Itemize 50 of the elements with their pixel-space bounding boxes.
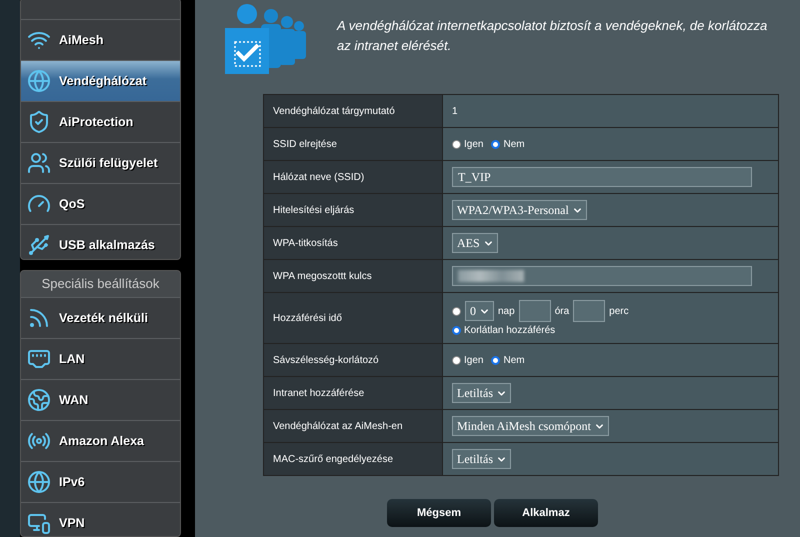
- sidebar-item[interactable]: VPN: [21, 502, 180, 536]
- sidebar-item[interactable]: Amazon Alexa: [21, 420, 180, 462]
- ssid-input[interactable]: T_VIP: [452, 167, 752, 187]
- field-label: Sávszélesség-korlátozó: [264, 344, 442, 376]
- dropdown[interactable]: WPA2/WPA3-Personal: [452, 200, 587, 220]
- globe-icon: [27, 470, 51, 494]
- field-label: MAC-szűrő engedélyezése: [264, 443, 442, 475]
- unit-label: nap: [498, 306, 515, 316]
- field-label: Vendéghálózat tárgymutató: [264, 95, 442, 127]
- section-title: Speciális beállítások: [21, 270, 180, 298]
- radio-option[interactable]: Igen: [452, 138, 484, 150]
- radio-option[interactable]: Korlátlan hozzáférés: [452, 325, 556, 336]
- field-label: WPA-titkosítás: [264, 227, 442, 259]
- sidebar-item[interactable]: IPv6: [21, 462, 180, 503]
- dropdown[interactable]: AES: [452, 233, 498, 253]
- intro-text: A vendéghálózat internetkapcsolatot biztosít a vendégeknek, de korlátozza az intranet elérését.: [337, 17, 768, 55]
- key-input[interactable]: [452, 266, 752, 286]
- radio-option[interactable]: Nem: [491, 138, 525, 150]
- field-label: Intranet hozzáférése: [264, 377, 442, 409]
- radio-option[interactable]: Nem: [491, 354, 525, 366]
- unit-label: óra: [554, 306, 570, 316]
- dropdown[interactable]: Letiltás: [452, 449, 511, 469]
- field-label: WPA megoszottt kulcs: [264, 260, 442, 292]
- field-label: Hitelesítési eljárás: [264, 194, 442, 226]
- minutes-input[interactable]: [573, 300, 606, 322]
- radio-button[interactable]: [452, 306, 461, 316]
- sidebar-item[interactable]: WAN: [21, 380, 180, 421]
- dropdown[interactable]: 0: [465, 301, 494, 321]
- value-text: 1: [452, 106, 458, 116]
- hours-input[interactable]: [518, 300, 551, 322]
- blurred-text: [458, 270, 524, 282]
- field-label: Vendéghálózat az AiMesh-en: [264, 410, 442, 442]
- dropdown[interactable]: Minden AiMesh csomópont: [452, 416, 609, 436]
- field-label: Hozzáférési idő: [264, 293, 442, 343]
- sidebar-item[interactable]: Vendéghálózat: [21, 61, 180, 102]
- radio-option[interactable]: Igen: [452, 354, 484, 366]
- people-icon: [27, 151, 51, 175]
- cancel-button[interactable]: Mégsem: [387, 499, 491, 527]
- globe-icon: [27, 388, 51, 412]
- sidebar-item[interactable]: LAN: [21, 338, 180, 380]
- apply-button[interactable]: Alkalmaz: [494, 499, 598, 527]
- sidebar-item[interactable]: Vezeték nélküli: [21, 298, 180, 339]
- sidebar-item[interactable]: [21, 0, 180, 20]
- globe-icon: [27, 69, 51, 93]
- dropdown[interactable]: Letiltás: [452, 383, 511, 403]
- shield-icon: [27, 110, 51, 134]
- field-label: Hálózat neve (SSID): [264, 161, 442, 193]
- field-label: SSID elrejtése: [264, 128, 442, 160]
- unit-label: perc: [609, 306, 629, 316]
- usb-icon: [27, 233, 51, 257]
